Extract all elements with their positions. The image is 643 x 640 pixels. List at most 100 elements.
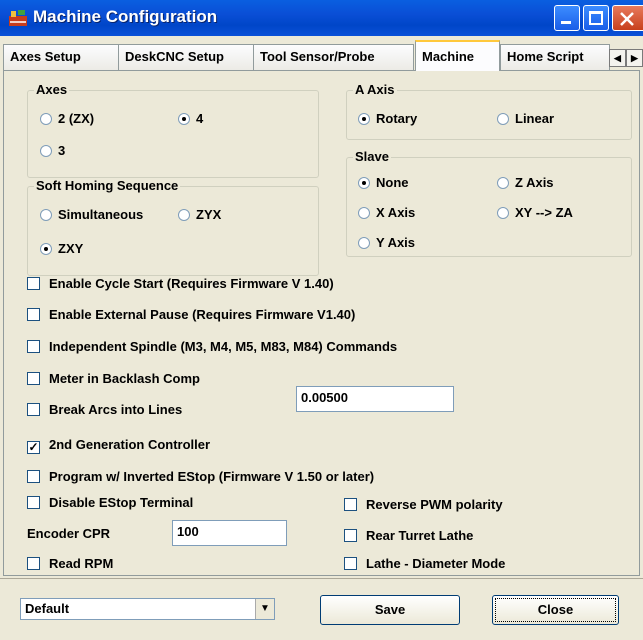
- radio-selected-icon: [178, 113, 190, 125]
- program-inverted-estop-checkbox[interactable]: Program w/ Inverted EStop (Firmware V 1.…: [27, 469, 374, 484]
- checkbox-icon: [27, 277, 40, 290]
- axes-radio-2zx[interactable]: 2 (ZX): [40, 111, 94, 126]
- save-button[interactable]: Save: [320, 595, 460, 625]
- radio-icon: [40, 145, 52, 157]
- checkbox-checked-icon: ✓: [27, 440, 40, 454]
- radio-label: X Axis: [376, 205, 416, 220]
- arc-tolerance-input[interactable]: 0.00500: [296, 386, 454, 412]
- tab-label: Machine: [422, 49, 475, 64]
- radio-selected-icon: [40, 243, 52, 255]
- 2nd-generation-controller-checkbox[interactable]: ✓ 2nd Generation Controller: [27, 437, 210, 454]
- homing-radio-simultaneous[interactable]: Simultaneous: [40, 207, 143, 222]
- checkbox-label: Break Arcs into Lines: [49, 402, 183, 417]
- checkbox-label: Enable Cycle Start (Requires Firmware V …: [49, 276, 334, 291]
- radio-icon: [497, 207, 509, 219]
- enable-cycle-start-checkbox[interactable]: Enable Cycle Start (Requires Firmware V …: [27, 276, 334, 291]
- window-title: Machine Configuration: [33, 7, 218, 26]
- slave-radio-none[interactable]: None: [358, 175, 409, 190]
- maximize-icon: [589, 11, 603, 25]
- close-window-button[interactable]: [612, 5, 643, 31]
- independent-spindle-checkbox[interactable]: Independent Spindle (M3, M4, M5, M83, M8…: [27, 339, 397, 354]
- reverse-pwm-polarity-checkbox[interactable]: Reverse PWM polarity: [344, 497, 503, 512]
- disable-estop-terminal-checkbox[interactable]: Disable EStop Terminal: [27, 495, 193, 510]
- tab-scroll-right-button[interactable]: ▶: [626, 49, 643, 67]
- checkbox-icon: [344, 557, 357, 570]
- radio-icon: [40, 113, 52, 125]
- tab-scroll-left-button[interactable]: ◀: [609, 49, 626, 67]
- encoder-cpr-input[interactable]: 100: [172, 520, 287, 546]
- slave-group-label: Slave: [353, 149, 391, 164]
- minimize-icon: [561, 21, 571, 24]
- checkbox-icon: [27, 340, 40, 353]
- rear-turret-lathe-checkbox[interactable]: Rear Turret Lathe: [344, 528, 473, 543]
- maximize-button[interactable]: [583, 5, 609, 31]
- radio-label: ZYX: [196, 207, 222, 222]
- radio-icon: [497, 177, 509, 189]
- radio-icon: [497, 113, 509, 125]
- a-axis-radio-linear[interactable]: Linear: [497, 111, 554, 126]
- tab-tool-sensor-probe[interactable]: Tool Sensor/Probe: [253, 44, 414, 70]
- tab-strip: Axes Setup DeskCNC Setup Tool Sensor/Pro…: [0, 40, 643, 71]
- read-rpm-checkbox[interactable]: Read RPM: [27, 556, 113, 571]
- tab-machine[interactable]: Machine: [415, 40, 500, 71]
- axes-radio-4[interactable]: 4: [178, 111, 203, 126]
- checkbox-icon: [344, 498, 357, 511]
- radio-icon: [358, 237, 370, 249]
- lathe-diameter-mode-checkbox[interactable]: Lathe - Diameter Mode: [344, 556, 505, 571]
- meter-in-backlash-comp-checkbox[interactable]: Meter in Backlash Comp: [27, 371, 200, 386]
- radio-label: 2 (ZX): [58, 111, 95, 126]
- tab-label: DeskCNC Setup: [125, 49, 224, 64]
- radio-label: None: [376, 175, 409, 190]
- radio-label: Z Axis: [515, 175, 554, 190]
- enable-external-pause-checkbox[interactable]: Enable External Pause (Requires Firmware…: [27, 307, 355, 322]
- checkbox-label: Program w/ Inverted EStop (Firmware V 1.…: [49, 469, 375, 484]
- checkbox-icon: [27, 308, 40, 321]
- radio-label: Linear: [515, 111, 555, 126]
- checkbox-label: Meter in Backlash Comp: [49, 371, 200, 386]
- close-button[interactable]: Close: [492, 595, 619, 625]
- homing-radio-zxy[interactable]: ZXY: [40, 241, 83, 256]
- checkbox-icon: [344, 529, 357, 542]
- a-axis-group: A Axis Rotary Linear: [346, 82, 632, 140]
- slave-radio-x-axis[interactable]: X Axis: [358, 205, 415, 220]
- slave-radio-z-axis[interactable]: Z Axis: [497, 175, 554, 190]
- checkbox-label: Read RPM: [49, 556, 114, 571]
- soft-homing-group: Soft Homing Sequence Simultaneous ZYX ZX…: [27, 178, 319, 276]
- encoder-cpr-label: Encoder CPR: [27, 526, 111, 541]
- radio-label: 3: [58, 143, 66, 158]
- checkbox-label: Disable EStop Terminal: [49, 495, 194, 510]
- tab-deskcnc-setup[interactable]: DeskCNC Setup: [118, 44, 254, 70]
- slave-radio-xy-za[interactable]: XY --> ZA: [497, 205, 573, 220]
- slave-radio-y-axis[interactable]: Y Axis: [358, 235, 415, 250]
- radio-label: XY --> ZA: [515, 205, 573, 220]
- close-icon: [620, 12, 634, 26]
- tab-label: Axes Setup: [10, 49, 81, 64]
- break-arcs-into-lines-checkbox[interactable]: Break Arcs into Lines: [27, 402, 182, 417]
- chevron-down-icon: ▼: [260, 603, 270, 614]
- tab-home-script[interactable]: Home Script: [500, 44, 610, 70]
- checkbox-label: Lathe - Diameter Mode: [366, 556, 506, 571]
- profile-select[interactable]: Default ▼: [20, 598, 275, 620]
- title-bar[interactable]: Machine Configuration: [0, 0, 643, 36]
- minimize-button[interactable]: [554, 5, 580, 31]
- axes-group: Axes 2 (ZX) 4 3: [27, 82, 319, 178]
- radio-selected-icon: [358, 113, 370, 125]
- homing-radio-zyx[interactable]: ZYX: [178, 207, 221, 222]
- checkbox-label: Independent Spindle (M3, M4, M5, M83, M8…: [49, 339, 398, 354]
- checkbox-icon: [27, 496, 40, 509]
- arrow-right-icon: ▶: [631, 53, 638, 63]
- radio-selected-icon: [358, 177, 370, 189]
- checkbox-icon: [27, 557, 40, 570]
- a-axis-radio-rotary[interactable]: Rotary: [358, 111, 417, 126]
- checkbox-icon: [27, 470, 40, 483]
- soft-homing-group-label: Soft Homing Sequence: [34, 178, 181, 193]
- radio-icon: [178, 209, 190, 221]
- checkbox-label: 2nd Generation Controller: [49, 437, 211, 452]
- tab-axes-setup[interactable]: Axes Setup: [3, 44, 119, 70]
- dropdown-button[interactable]: ▼: [255, 599, 274, 619]
- radio-label: Simultaneous: [58, 207, 144, 222]
- checkbox-icon: [27, 372, 40, 385]
- axes-group-label: Axes: [34, 82, 70, 97]
- radio-icon: [40, 209, 52, 221]
- axes-radio-3[interactable]: 3: [40, 143, 65, 158]
